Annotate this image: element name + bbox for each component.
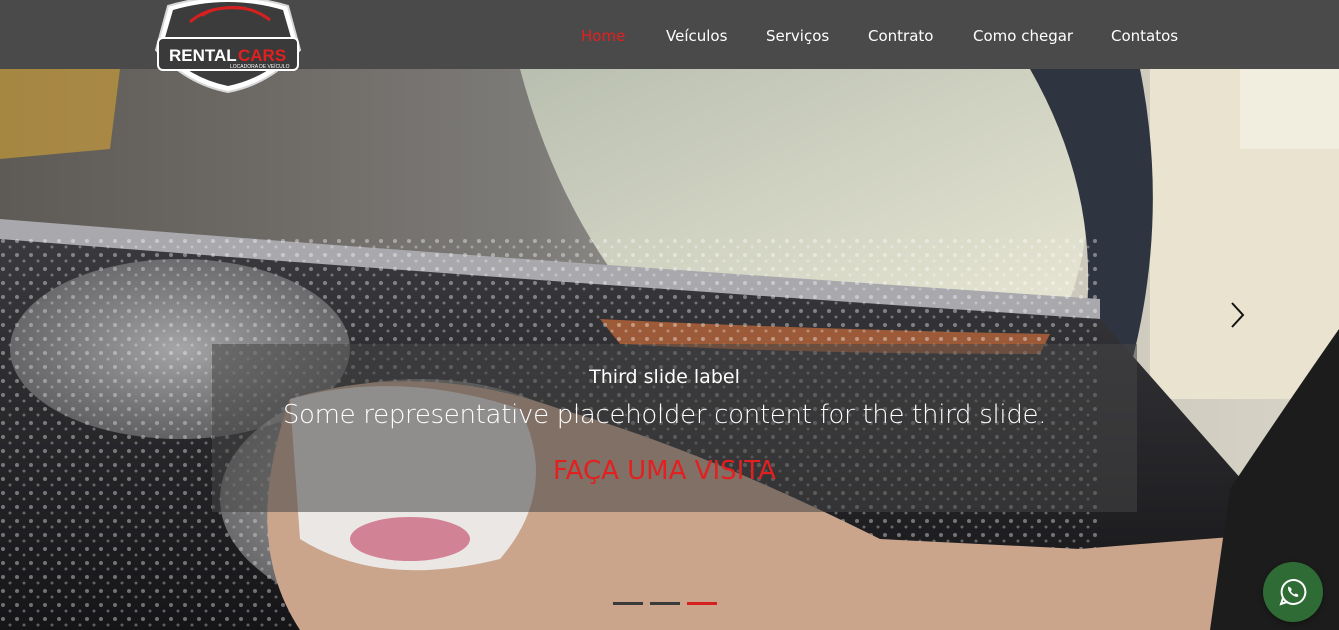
indicator-slide-1[interactable]: [613, 602, 643, 605]
slide-description: Some representative placeholder content …: [282, 400, 1047, 430]
chevron-right-icon: [1231, 302, 1245, 328]
slide-label: Third slide label: [589, 366, 740, 388]
nav-home[interactable]: Home: [581, 27, 625, 45]
nav-veiculos[interactable]: Veículos: [666, 27, 727, 45]
carousel-indicators: [613, 602, 723, 608]
carousel-next-button[interactable]: [1222, 297, 1252, 333]
nav-como-chegar[interactable]: Como chegar: [973, 27, 1073, 45]
indicator-slide-3[interactable]: [687, 602, 717, 605]
rental-cars-logo[interactable]: RENTAL CARS LOCADORA DE VEÍCULO: [150, 0, 306, 96]
whatsapp-icon: [1279, 578, 1307, 606]
logo-tagline: LOCADORA DE VEÍCULO: [230, 63, 290, 70]
nav-contatos[interactable]: Contatos: [1111, 27, 1178, 45]
nav-contrato[interactable]: Contrato: [868, 27, 933, 45]
logo-text-accent: CARS: [238, 46, 286, 65]
nav-servicos[interactable]: Serviços: [766, 27, 829, 45]
hero-carousel: Third slide label Some representative pl…: [0, 69, 1339, 630]
carousel-caption: Third slide label Some representative pl…: [212, 344, 1137, 512]
logo-badge-icon: RENTAL CARS LOCADORA DE VEÍCULO: [154, 0, 302, 94]
whatsapp-button[interactable]: [1263, 562, 1323, 622]
visit-cta-link[interactable]: FAÇA UMA VISITA: [212, 456, 1117, 486]
indicator-slide-2[interactable]: [650, 602, 680, 605]
logo-text: RENTAL: [169, 46, 237, 65]
